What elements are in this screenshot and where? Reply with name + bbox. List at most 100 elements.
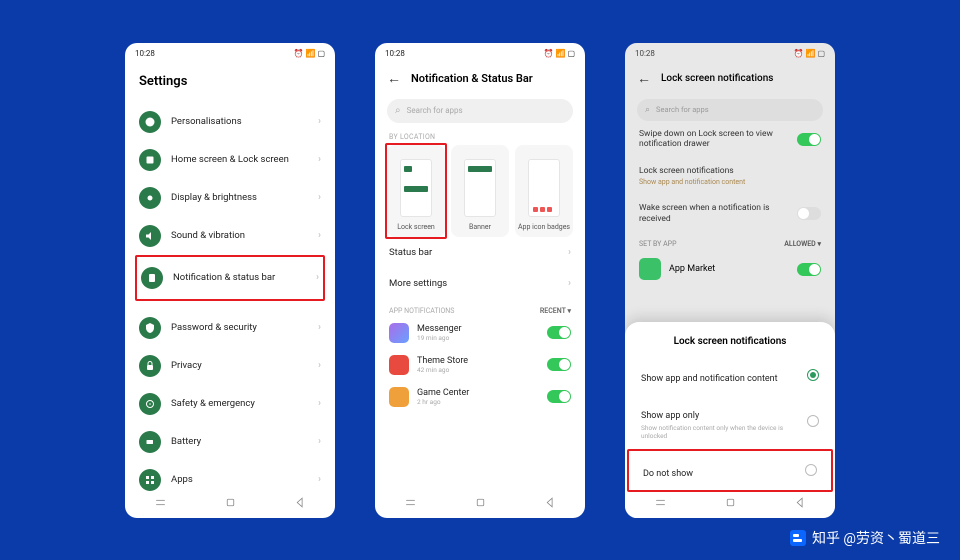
option-show-app-only[interactable]: Show app onlyShow notification content o… bbox=[625, 394, 835, 449]
apps-icon bbox=[139, 469, 161, 491]
section-by-location: BY LOCATION bbox=[375, 123, 585, 145]
watermark: 知乎 @劳资丶蜀道三 bbox=[790, 528, 940, 548]
page-title: Notification & Status Bar bbox=[411, 72, 533, 85]
safety-icon bbox=[139, 393, 161, 415]
nav-back[interactable] bbox=[293, 496, 307, 510]
toggle-messenger[interactable] bbox=[547, 326, 571, 339]
row-status-bar[interactable]: Status bar › bbox=[375, 237, 585, 268]
nav-home[interactable] bbox=[473, 496, 487, 510]
nav-home[interactable] bbox=[723, 496, 737, 510]
radio-unselected[interactable] bbox=[805, 464, 817, 476]
toggle-swipe[interactable] bbox=[797, 133, 821, 146]
filter-allowed[interactable]: ALLOWED ▾ bbox=[784, 240, 821, 248]
chevron-right-icon: › bbox=[318, 322, 321, 333]
status-time: 10:28 bbox=[135, 49, 155, 58]
nav-bar bbox=[125, 492, 335, 514]
settings-item-display[interactable]: Display & brightness › bbox=[135, 179, 325, 217]
settings-item-sound[interactable]: Sound & vibration › bbox=[135, 217, 325, 255]
search-icon: ⌕ bbox=[395, 105, 401, 116]
app-row-game-center[interactable]: Game Center 2 hr ago bbox=[375, 381, 585, 413]
settings-item-password[interactable]: Password & security › bbox=[135, 309, 325, 347]
nav-recents[interactable] bbox=[653, 496, 667, 510]
radio-selected[interactable] bbox=[807, 369, 819, 381]
app-row-messenger[interactable]: Messenger 19 min ago bbox=[375, 317, 585, 349]
option-do-not-show[interactable]: Do not show bbox=[627, 449, 833, 492]
status-bar: 10:28 ⏰ 📶 ▢ bbox=[125, 43, 335, 64]
chevron-right-icon: › bbox=[318, 474, 321, 485]
row-wake-screen[interactable]: Wake screen when a notification is recei… bbox=[625, 195, 835, 232]
chevron-right-icon: › bbox=[568, 278, 571, 289]
theme-store-icon bbox=[389, 355, 409, 375]
settings-item-home-lock[interactable]: Home screen & Lock screen › bbox=[135, 141, 325, 179]
palette-icon bbox=[139, 111, 161, 133]
chevron-right-icon: › bbox=[316, 272, 319, 283]
status-time: 10:28 bbox=[635, 49, 655, 58]
chevron-right-icon: › bbox=[318, 230, 321, 241]
toggle-app-market[interactable] bbox=[797, 263, 821, 276]
messenger-icon bbox=[389, 323, 409, 343]
nav-home[interactable] bbox=[223, 496, 237, 510]
chevron-right-icon: › bbox=[568, 247, 571, 258]
card-badges[interactable]: App icon badges bbox=[515, 145, 573, 237]
status-time: 10:28 bbox=[385, 49, 405, 58]
page-title: Lock screen notifications bbox=[661, 73, 773, 84]
notification-icon bbox=[141, 267, 163, 289]
settings-item-battery[interactable]: Battery › bbox=[135, 423, 325, 461]
nav-back[interactable] bbox=[543, 496, 557, 510]
game-center-icon bbox=[389, 387, 409, 407]
option-show-all[interactable]: Show app and notification content bbox=[625, 357, 835, 394]
toggle-game-center[interactable] bbox=[547, 390, 571, 403]
row-more-settings[interactable]: More settings › bbox=[375, 268, 585, 299]
back-button[interactable]: ← bbox=[387, 70, 401, 87]
search-input[interactable]: ⌕ Search for apps bbox=[387, 99, 573, 123]
chevron-right-icon: › bbox=[318, 436, 321, 447]
app-row-market[interactable]: App Market bbox=[625, 252, 835, 286]
nav-bar bbox=[625, 492, 835, 514]
home-icon bbox=[139, 149, 161, 171]
back-button[interactable]: ← bbox=[637, 70, 651, 87]
zhihu-logo-icon bbox=[790, 530, 806, 546]
section-app-notifications: APP NOTIFICATIONS bbox=[389, 307, 454, 315]
settings-item-notification-status[interactable]: Notification & status bar › bbox=[135, 255, 325, 301]
chevron-right-icon: › bbox=[318, 192, 321, 203]
bottom-sheet: Lock screen notifications Show app and n… bbox=[625, 322, 835, 518]
lockscreen-thumb bbox=[400, 159, 432, 217]
search-icon: ⌕ bbox=[645, 105, 650, 115]
nav-bar bbox=[375, 492, 585, 514]
chevron-right-icon: › bbox=[318, 398, 321, 409]
settings-item-personalisations[interactable]: Personalisations › bbox=[135, 103, 325, 141]
sheet-title: Lock screen notifications bbox=[625, 336, 835, 357]
brightness-icon bbox=[139, 187, 161, 209]
status-bar: 10:28 ⏰ 📶 ▢ bbox=[375, 43, 585, 64]
page-title: Settings bbox=[125, 64, 335, 103]
nav-recents[interactable] bbox=[153, 496, 167, 510]
status-bar: 10:28 ⏰ 📶 ▢ bbox=[625, 43, 835, 64]
search-input[interactable]: ⌕ Search for apps bbox=[637, 99, 823, 121]
toggle-wake[interactable] bbox=[797, 207, 821, 220]
toggle-theme-store[interactable] bbox=[547, 358, 571, 371]
sort-recent[interactable]: RECENT ▾ bbox=[540, 307, 571, 315]
lock-icon bbox=[139, 355, 161, 377]
status-icons: ⏰ 📶 ▢ bbox=[294, 49, 325, 58]
row-swipe-drawer[interactable]: Swipe down on Lock screen to view notifi… bbox=[625, 121, 835, 158]
card-banner[interactable]: Banner bbox=[451, 145, 509, 237]
sound-icon bbox=[139, 225, 161, 247]
battery-icon bbox=[139, 431, 161, 453]
badges-thumb bbox=[528, 159, 560, 217]
radio-unselected[interactable] bbox=[807, 415, 819, 427]
settings-item-privacy[interactable]: Privacy › bbox=[135, 347, 325, 385]
app-market-icon bbox=[639, 258, 661, 280]
status-icons: ⏰ 📶 ▢ bbox=[544, 49, 575, 58]
chevron-right-icon: › bbox=[318, 116, 321, 127]
app-row-theme-store[interactable]: Theme Store 42 min ago bbox=[375, 349, 585, 381]
nav-back[interactable] bbox=[793, 496, 807, 510]
settings-item-safety[interactable]: Safety & emergency › bbox=[135, 385, 325, 423]
chevron-right-icon: › bbox=[318, 154, 321, 165]
status-icons: ⏰ 📶 ▢ bbox=[794, 49, 825, 58]
row-lock-screen-notifications[interactable]: Lock screen notificationsShow app and no… bbox=[625, 158, 835, 195]
shield-icon bbox=[139, 317, 161, 339]
chevron-right-icon: › bbox=[318, 360, 321, 371]
banner-thumb bbox=[464, 159, 496, 217]
nav-recents[interactable] bbox=[403, 496, 417, 510]
card-lock-screen[interactable]: Lock screen bbox=[387, 145, 445, 237]
